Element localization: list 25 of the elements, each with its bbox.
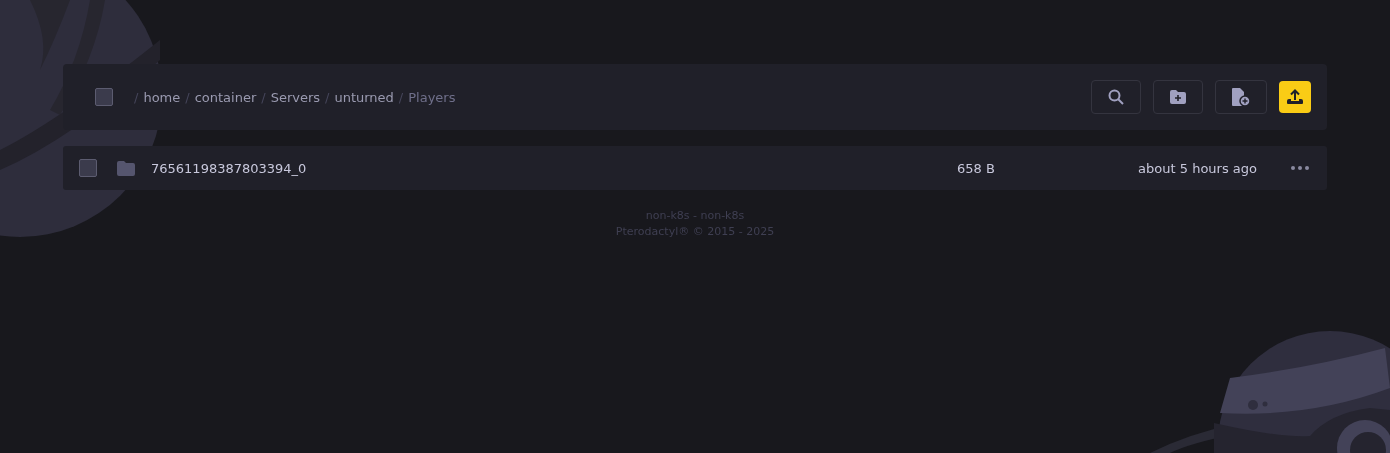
file-size: 658 B	[957, 160, 996, 176]
search-button[interactable]	[1091, 80, 1141, 114]
upload-button[interactable]	[1279, 81, 1311, 113]
file-row[interactable]: 76561198387803394_0 658 B about 5 hours ago	[63, 146, 1327, 190]
breadcrumb-link[interactable]: unturned	[334, 89, 394, 105]
path-separator: /	[261, 89, 266, 105]
file-name: 76561198387803394_0	[151, 160, 308, 176]
file-plus-icon	[1232, 88, 1250, 106]
modified-time: about 5 hours ago	[1137, 160, 1257, 176]
new-file-button[interactable]	[1215, 80, 1267, 114]
path-separator: /	[134, 89, 139, 105]
breadcrumb-link[interactable]: Servers	[270, 89, 321, 105]
row-checkbox[interactable]	[79, 159, 97, 177]
path-separator: /	[185, 89, 190, 105]
path-separator: /	[398, 89, 404, 105]
search-icon	[1108, 89, 1124, 105]
upload-icon	[1287, 89, 1303, 105]
breadcrumb-link[interactable]: home	[143, 89, 181, 105]
new-folder-button[interactable]	[1153, 80, 1203, 114]
breadcrumb-link[interactable]: container	[194, 89, 257, 105]
breadcrumb-link[interactable]: Players	[408, 89, 456, 105]
folder-icon	[117, 160, 135, 176]
path-separator: /	[325, 89, 330, 105]
select-all-checkbox[interactable]	[95, 88, 113, 106]
folder-plus-icon	[1170, 90, 1186, 104]
